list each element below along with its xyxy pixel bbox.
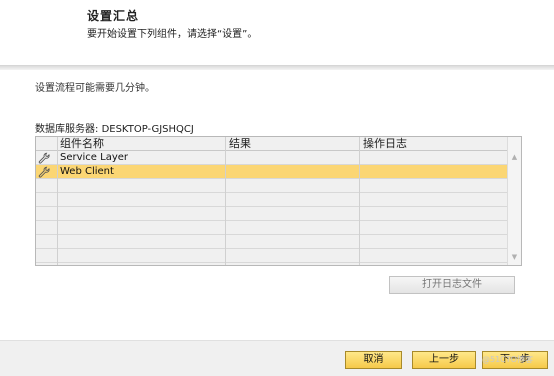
column-divider [225, 137, 226, 265]
table-row-empty [36, 179, 508, 193]
column-divider [57, 137, 58, 265]
previous-button[interactable]: 上一步 [412, 351, 476, 369]
info-text: 设置流程可能需要几分钟。 [35, 83, 155, 94]
table-row-empty [36, 249, 508, 263]
database-server-label: 数据库服务器: [35, 124, 99, 135]
column-header-result[interactable]: 结果 [229, 137, 251, 151]
column-header-log[interactable]: 操作日志 [363, 137, 407, 151]
vertical-scrollbar[interactable]: ▲ ▼ [507, 137, 521, 265]
scroll-up-icon[interactable]: ▲ [508, 151, 521, 163]
column-header-component[interactable]: 组件名称 [60, 137, 104, 151]
open-log-file-button[interactable]: 打开日志文件 [389, 276, 515, 294]
page-title: 设置汇总 [87, 9, 140, 23]
wrench-icon [38, 166, 52, 178]
table-row-selected[interactable]: Web Client [36, 165, 508, 179]
component-name: Service Layer [60, 152, 129, 163]
database-server-line: 数据库服务器: DESKTOP-GJSHQCJ [35, 120, 194, 135]
grid-header: 组件名称 结果 操作日志 [36, 137, 508, 151]
table-row-empty [36, 235, 508, 249]
database-server-value: DESKTOP-GJSHQCJ [101, 124, 194, 135]
cancel-button[interactable]: 取消 [345, 351, 402, 369]
table-row-empty [36, 207, 508, 221]
page-subtitle: 要开始设置下列组件，请选择“设置”。 [87, 29, 258, 40]
table-row[interactable]: Service Layer [36, 151, 508, 165]
table-row-empty [36, 221, 508, 235]
table-row-empty [36, 193, 508, 207]
components-grid[interactable]: 组件名称 结果 操作日志 Service Layer Web Client ▲ … [35, 136, 522, 266]
watermark-text: @51CTO博客 [482, 355, 533, 364]
column-divider [359, 137, 360, 265]
scroll-down-icon[interactable]: ▼ [508, 251, 521, 263]
component-name: Web Client [60, 166, 114, 177]
header-panel: 设置汇总 要开始设置下列组件，请选择“设置”。 [0, 0, 554, 66]
header-divider [0, 66, 554, 70]
wrench-icon [38, 152, 52, 164]
